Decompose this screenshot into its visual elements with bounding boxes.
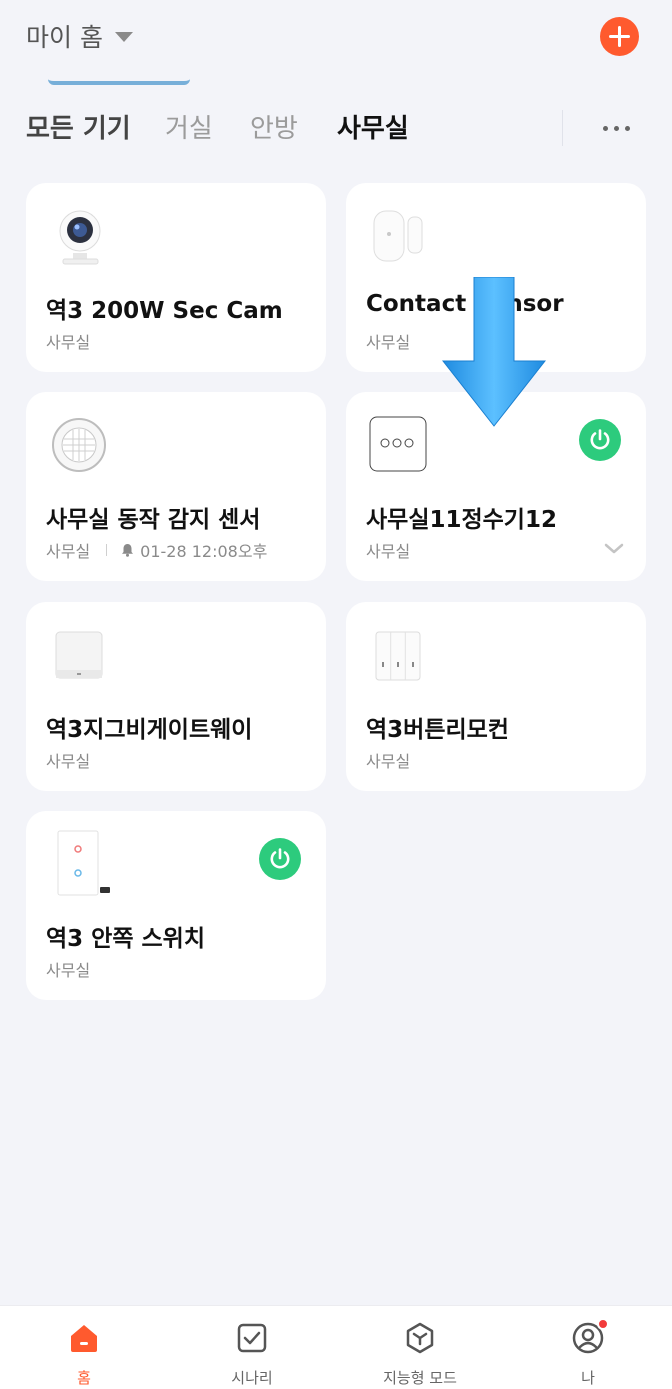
device-card-camera[interactable]: 역3 200W Sec Cam 사무실	[26, 183, 326, 372]
device-room: 사무실	[366, 333, 411, 352]
camera-icon	[59, 210, 101, 265]
nav-label: 나	[581, 1369, 595, 1387]
down-arrow-overlay-icon	[442, 277, 546, 427]
device-name: 사무실 동작 감지 센서	[46, 507, 261, 533]
power-toggle-button[interactable]	[259, 838, 301, 880]
last-event-time: 01-28 12:08오후	[140, 542, 268, 561]
home-icon	[71, 1325, 97, 1352]
contact-sensor-icon	[373, 210, 423, 262]
tab-living-room[interactable]: 거실	[165, 108, 213, 145]
bell-icon	[122, 544, 134, 557]
tab-divider	[562, 110, 563, 146]
button-remote-icon	[375, 631, 421, 681]
device-name: 역3버튼리모컨	[366, 717, 509, 743]
device-room: 사무실	[46, 961, 91, 980]
device-room: 사무실 01-28 12:08오후	[46, 538, 267, 562]
device-room: 사무실	[46, 752, 91, 771]
power-icon	[270, 848, 290, 869]
three-dot-device-icon	[369, 416, 427, 472]
tab-bedroom[interactable]: 안방	[250, 108, 298, 145]
device-name: 역3 안쪽 스위치	[46, 926, 205, 952]
gateway-icon	[55, 631, 103, 679]
device-card-motion-sensor[interactable]: 사무실 동작 감지 센서 사무실 01-28 12:08오후	[26, 392, 326, 581]
nav-profile[interactable]: 나	[504, 1306, 672, 1389]
device-name: 역3지그비게이트웨이	[46, 717, 253, 743]
tab-office[interactable]: 사무실	[337, 108, 409, 145]
bottom-nav: 홈 시나리 지능형 모드 나	[0, 1305, 672, 1389]
notification-badge	[597, 1318, 609, 1330]
device-card-button-remote[interactable]: 역3버튼리모컨 사무실	[346, 602, 646, 791]
banner-edge	[48, 79, 190, 85]
top-bar: 마이 홈	[0, 0, 672, 75]
nav-label: 홈	[77, 1369, 91, 1387]
device-room: 사무실	[46, 333, 91, 352]
more-icon[interactable]	[603, 126, 630, 131]
power-icon	[590, 429, 610, 450]
home-name: 마이 홈	[26, 23, 103, 52]
nav-label: 지능형 모드	[383, 1369, 457, 1387]
tab-all-devices[interactable]: 모든 기기	[26, 108, 131, 145]
profile-icon	[571, 1318, 609, 1355]
nav-label: 시나리	[231, 1369, 273, 1387]
add-device-button[interactable]	[600, 17, 639, 56]
motion-sensor-icon	[52, 418, 106, 472]
device-card-wall-switch[interactable]: 역3 안쪽 스위치 사무실	[26, 811, 326, 1000]
device-card-gateway[interactable]: 역3지그비게이트웨이 사무실	[26, 602, 326, 791]
nav-scenarios[interactable]: 시나리	[168, 1306, 336, 1389]
caret-down-icon	[114, 32, 133, 42]
device-room: 사무실	[366, 752, 411, 771]
nav-home[interactable]: 홈	[0, 1306, 168, 1389]
chevron-down-icon[interactable]	[604, 543, 624, 555]
cube-icon	[406, 1322, 434, 1354]
device-room: 사무실	[366, 542, 411, 561]
home-selector[interactable]: 마이 홈	[26, 18, 133, 54]
device-name: 역3 200W Sec Cam	[46, 298, 283, 324]
device-name: 사무실11정수기12	[366, 507, 557, 533]
wall-switch-icon	[57, 830, 110, 896]
nav-smart-mode[interactable]: 지능형 모드	[336, 1306, 504, 1389]
room-tabs: 모든 기기 거실 안방 사무실	[0, 108, 672, 158]
checkbox-icon	[237, 1323, 267, 1353]
power-toggle-button[interactable]	[579, 419, 621, 461]
